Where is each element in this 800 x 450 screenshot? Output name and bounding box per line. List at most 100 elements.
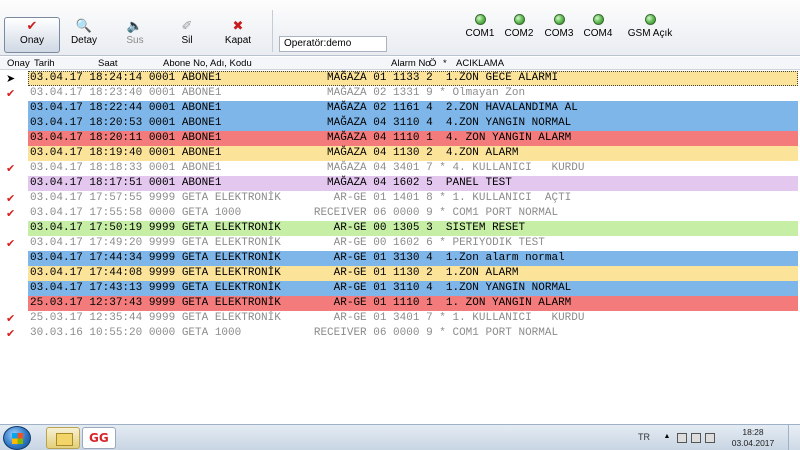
table-row[interactable]: 03.04.17 17:43:13 9999 GETA ELEKTRONİK A… <box>0 281 800 296</box>
row-marker <box>6 251 22 266</box>
col-onay[interactable]: Onay <box>7 58 30 69</box>
com3-status: COM3 <box>537 14 581 39</box>
col-alarm-no[interactable]: Alarm No <box>391 58 431 69</box>
table-row[interactable]: 03.04.17 18:22:44 0001 ABONE1 MAĞAZA 02 … <box>0 101 800 116</box>
acknowledged-check-icon: ✔ <box>6 192 16 205</box>
sil-button[interactable]: ✐ Sil <box>159 18 215 52</box>
onay-button[interactable]: ✔ Onay <box>4 17 60 53</box>
table-row[interactable]: 03.04.17 18:20:11 0001 ABONE1 MAĞAZA 04 … <box>0 131 800 146</box>
table-row[interactable]: ✔ 03.04.17 17:49:20 9999 GETA ELEKTRONİK … <box>0 236 800 251</box>
table-row[interactable]: 03.04.17 17:44:08 9999 GETA ELEKTRONİK A… <box>0 266 800 281</box>
com1-label: COM1 <box>465 28 495 39</box>
table-row[interactable]: ✔ 25.03.17 12:35:44 9999 GETA ELEKTRONİK … <box>0 311 800 326</box>
kapat-button[interactable]: ✖ Kapat <box>210 18 266 52</box>
tray-flag-icon[interactable] <box>677 433 687 443</box>
geta-logo: GG <box>89 431 109 445</box>
row-marker <box>6 101 22 116</box>
green-led-icon <box>553 14 565 25</box>
system-tray: TR ▲ 18:28 03.04.2017 <box>600 425 800 450</box>
row-marker <box>6 296 22 311</box>
toolbar: ✔ Onay 🔍 Detay 🔈 Sus ✐ Sil ✖ Kapat Opera… <box>0 0 800 56</box>
com1-status: COM1 <box>458 14 502 39</box>
row-text: 03.04.17 18:22:44 0001 ABONE1 MAĞAZA 02 … <box>30 102 578 114</box>
detay-button[interactable]: 🔍 Detay <box>56 18 112 52</box>
table-row[interactable]: ✔ 03.04.17 18:18:33 0001 ABONE1 MAĞAZA 04… <box>0 161 800 176</box>
acknowledged-check-icon: ✔ <box>6 87 16 100</box>
row-text: 30.03.16 10:55:20 0000 GETA 1000 RECEIVE… <box>30 327 559 339</box>
table-row[interactable]: ✔ 03.04.17 17:57:55 9999 GETA ELEKTRONİK … <box>0 191 800 206</box>
windows-logo-icon <box>12 433 23 444</box>
eraser-icon: ✐ <box>181 18 193 33</box>
row-marker <box>6 281 22 296</box>
language-indicator[interactable]: TR <box>638 432 650 442</box>
row-marker <box>6 131 22 146</box>
row-text: 03.04.17 18:19:40 0001 ABONE1 MAĞAZA 04 … <box>30 147 519 159</box>
col-star[interactable]: * <box>443 58 447 69</box>
kapat-label: Kapat <box>224 35 252 46</box>
table-row[interactable]: 03.04.17 18:20:53 0001 ABONE1 MAĞAZA 04 … <box>0 116 800 131</box>
row-text: 03.04.17 17:55:58 0000 GETA 1000 RECEIVE… <box>30 207 559 219</box>
row-text: 25.03.17 12:37:43 9999 GETA ELEKTRONİK A… <box>30 297 572 309</box>
col-tarih[interactable]: Tarih <box>34 58 55 69</box>
speaker-icon: 🔈 <box>126 18 144 33</box>
row-marker <box>6 221 22 236</box>
green-led-icon <box>474 14 486 25</box>
taskbar: GG TR ▲ 18:28 03.04.2017 <box>0 424 800 450</box>
clock-time: 18:28 <box>742 427 764 437</box>
tray-arrow-icon[interactable]: ▲ <box>662 433 672 443</box>
green-led-icon <box>592 14 604 25</box>
table-row[interactable]: 03.04.17 17:44:34 9999 GETA ELEKTRONİK A… <box>0 251 800 266</box>
explorer-icon[interactable] <box>46 427 80 449</box>
row-text: 03.04.17 17:44:08 9999 GETA ELEKTRONİK A… <box>30 267 519 279</box>
col-aciklama[interactable]: ACIKLAMA <box>456 58 504 69</box>
magnifier-icon: 🔍 <box>75 18 93 33</box>
row-marker <box>6 266 22 281</box>
sus-button[interactable]: 🔈 Sus <box>107 18 163 52</box>
row-text: 03.04.17 18:18:33 0001 ABONE1 MAĞAZA 04 … <box>30 162 585 174</box>
table-row[interactable]: 03.04.17 18:17:51 0001 ABONE1 MAĞAZA 04 … <box>0 176 800 191</box>
com2-status: COM2 <box>497 14 541 39</box>
table-row[interactable]: 03.04.17 18:19:40 0001 ABONE1 MAĞAZA 04 … <box>0 146 800 161</box>
row-text: 03.04.17 18:23:40 0001 ABONE1 MAĞAZA 02 … <box>30 87 526 99</box>
row-text: 03.04.17 17:57:55 9999 GETA ELEKTRONİK A… <box>30 192 572 204</box>
acknowledged-check-icon: ✔ <box>6 237 16 250</box>
com4-status: COM4 <box>576 14 620 39</box>
gsm-status: GSM Açık <box>622 14 678 39</box>
check-icon: ✔ <box>26 18 38 33</box>
row-text: 03.04.17 17:44:34 9999 GETA ELEKTRONİK A… <box>30 252 565 264</box>
acknowledged-check-icon: ✔ <box>6 327 16 340</box>
tray-network-icon[interactable] <box>705 433 715 443</box>
green-led-icon <box>513 14 525 25</box>
tray-display-icon[interactable] <box>691 433 701 443</box>
table-row[interactable]: ✔ 03.04.17 17:55:58 0000 GETA 1000 RECEIV… <box>0 206 800 221</box>
row-marker <box>6 176 22 191</box>
com4-label: COM4 <box>583 28 613 39</box>
acknowledged-check-icon: ✔ <box>6 207 16 220</box>
table-row[interactable]: ➤ 03.04.17 18:24:14 0001 ABONE1 MAĞAZA 01… <box>0 71 800 86</box>
row-text: 03.04.17 18:20:11 0001 ABONE1 MAĞAZA 04 … <box>30 132 572 144</box>
table-row[interactable]: ✔ 30.03.16 10:55:20 0000 GETA 1000 RECEIV… <box>0 326 800 341</box>
detay-label: Detay <box>70 35 98 46</box>
col-o[interactable]: Ö <box>429 58 436 69</box>
row-text: 03.04.17 18:24:14 0001 ABONE1 MAĞAZA 01 … <box>30 72 559 84</box>
table-row[interactable]: 25.03.17 12:37:43 9999 GETA ELEKTRONİK A… <box>0 296 800 311</box>
toolbar-divider <box>272 10 273 52</box>
acknowledged-check-icon: ✔ <box>6 162 16 175</box>
onay-label: Onay <box>20 35 44 46</box>
grid-header: Onay Tarih Saat Abone No, Adı, Kodu Alar… <box>0 57 800 70</box>
current-row-arrow-icon: ➤ <box>6 72 16 85</box>
row-text: 03.04.17 17:49:20 9999 GETA ELEKTRONİK A… <box>30 237 545 249</box>
col-saat[interactable]: Saat <box>98 58 118 69</box>
clock[interactable]: 18:28 03.04.2017 <box>728 427 778 449</box>
sil-label: Sil <box>181 35 193 46</box>
row-text: 03.04.17 17:43:13 9999 GETA ELEKTRONİK A… <box>30 282 572 294</box>
start-button[interactable] <box>3 426 31 450</box>
geta-app-icon[interactable]: GG <box>82 427 116 449</box>
show-desktop-button[interactable] <box>788 425 800 450</box>
row-text: 25.03.17 12:35:44 9999 GETA ELEKTRONİK A… <box>30 312 585 324</box>
table-row[interactable]: 03.04.17 17:50:19 9999 GETA ELEKTRONİK A… <box>0 221 800 236</box>
table-row[interactable]: ✔ 03.04.17 18:23:40 0001 ABONE1 MAĞAZA 02… <box>0 86 800 101</box>
col-abone[interactable]: Abone No, Adı, Kodu <box>163 58 252 69</box>
operator-field: Operatör:demo <box>279 36 387 52</box>
green-led-icon <box>644 14 656 25</box>
